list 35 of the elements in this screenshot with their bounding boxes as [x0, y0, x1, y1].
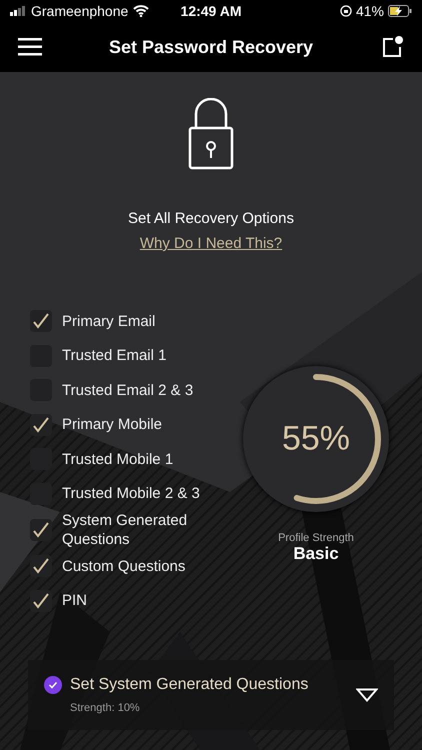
option-label: Trusted Mobile 2 & 3 [62, 484, 200, 504]
option-label: System Generated Questions [62, 511, 188, 549]
step-strength: Strength: 10% [69, 702, 141, 714]
caret-icon[interactable] [356, 688, 378, 702]
rotation-lock-icon [340, 5, 352, 17]
clock-time: 12:49 AM [180, 3, 242, 19]
option-label: Trusted Email 1 [62, 346, 166, 366]
checkbox[interactable] [30, 590, 52, 612]
option-label: Trusted Email 2 & 3 [62, 380, 194, 400]
option-label: Primary Mobile [62, 415, 162, 434]
signal-icon [10, 6, 26, 16]
section-title: Set All Recovery Options [128, 210, 294, 227]
notification-icon[interactable] [380, 35, 404, 59]
checkbox[interactable] [30, 310, 52, 332]
step-title: Set System Generated Questions [70, 676, 308, 694]
strength-rating: Basic [293, 544, 339, 564]
carrier-name: Grameenphone [31, 3, 128, 19]
option-label: Custom Questions [62, 556, 186, 576]
battery-percent: 41% [356, 3, 384, 19]
strength-percent: 55% [280, 420, 352, 458]
checkbox[interactable] [30, 414, 52, 436]
next-step-card[interactable]: Set System Generated Questions Strength: 10% [28, 660, 394, 730]
strength-caption: Profile Strength [278, 532, 354, 544]
option-label: Primary Email [62, 312, 156, 331]
option-label: PIN [62, 591, 88, 610]
battery-charging-icon [388, 5, 412, 17]
option-label: Trusted Mobile 1 [62, 450, 174, 469]
checkbox[interactable] [30, 519, 52, 541]
help-link[interactable]: Why Do I Need This? [140, 235, 282, 252]
padlock-icon [188, 98, 234, 170]
screen-title: Set Password Recovery [108, 36, 314, 58]
checkbox[interactable] [30, 482, 52, 505]
checkbox[interactable] [30, 555, 52, 578]
menu-icon[interactable] [18, 38, 42, 56]
wifi-icon [133, 5, 150, 17]
